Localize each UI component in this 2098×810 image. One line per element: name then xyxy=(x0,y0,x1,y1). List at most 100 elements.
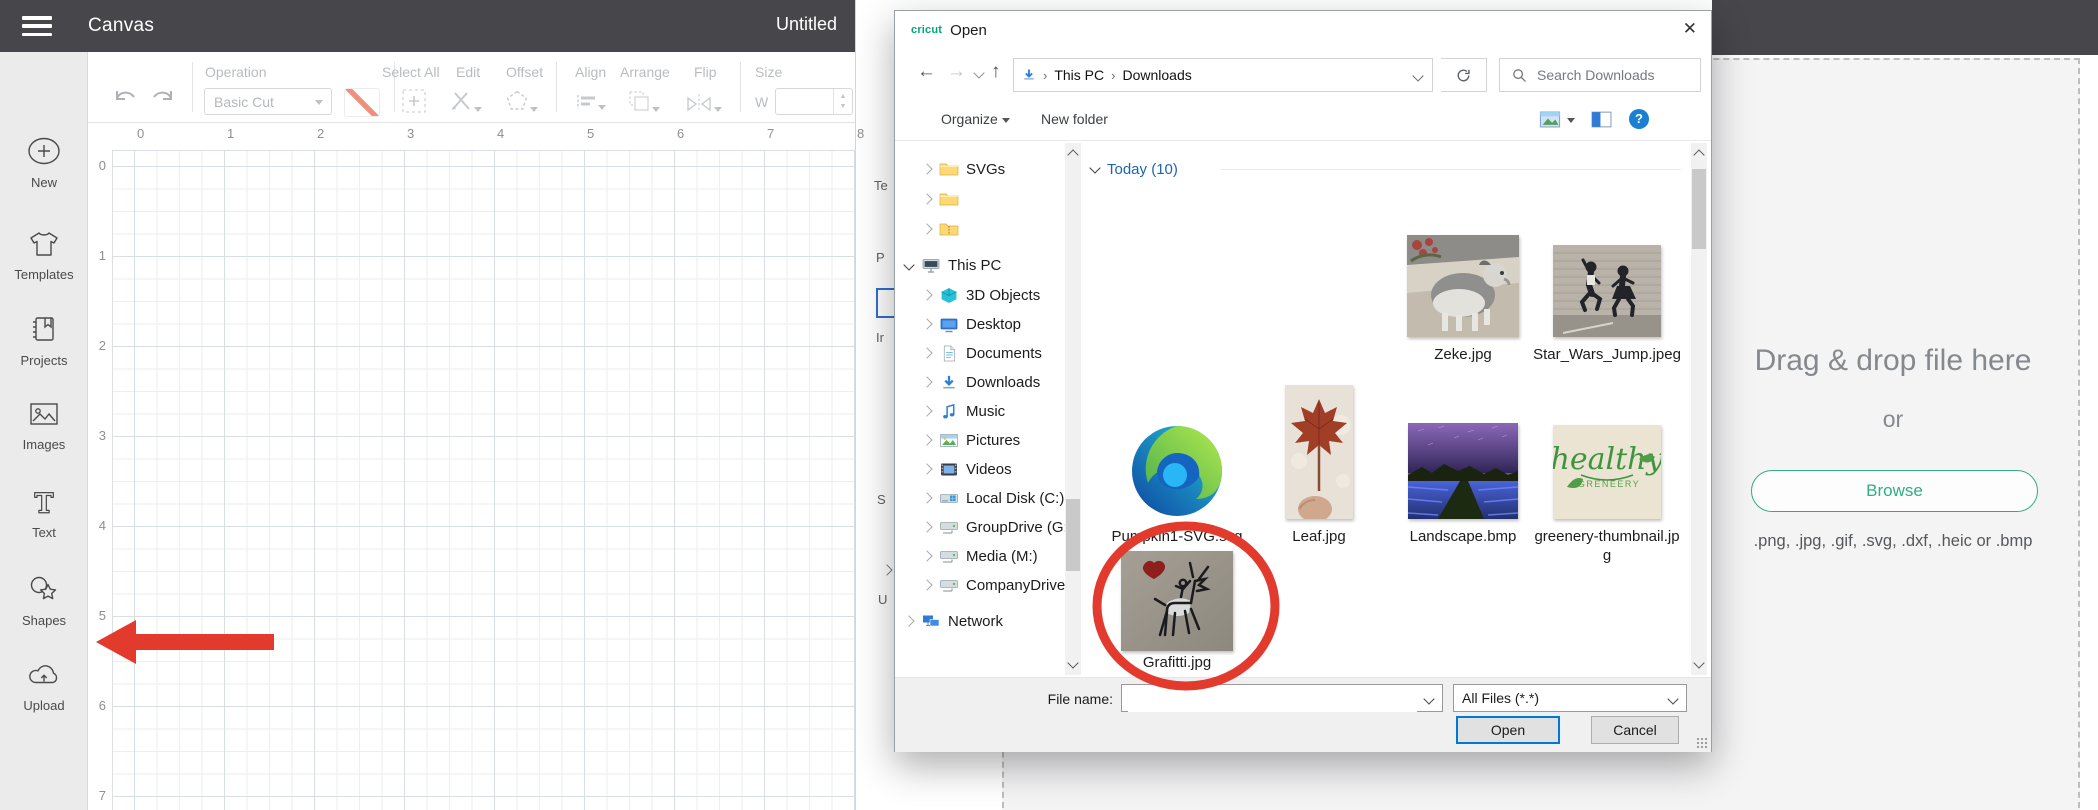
chevron-right-icon[interactable] xyxy=(921,550,932,561)
file-thumbnail-greenery-card[interactable]: healthyGRENEERY xyxy=(1553,425,1661,519)
sidebar-item-projects[interactable]: Projects xyxy=(0,314,88,368)
chevron-right-icon[interactable] xyxy=(921,289,932,300)
chevron-right-icon[interactable] xyxy=(903,615,914,626)
tree-scrollbar[interactable] xyxy=(1065,143,1081,675)
back-icon[interactable]: ← xyxy=(917,61,936,83)
chevron-right-icon[interactable] xyxy=(921,193,932,204)
file-name-label[interactable]: Grafitti.jpg xyxy=(1102,653,1252,672)
file-thumbnail-edge-logo[interactable] xyxy=(1129,423,1225,519)
color-swatch[interactable] xyxy=(344,88,380,117)
tree-item-local-disk-c[interactable]: Local Disk (C:) xyxy=(923,486,1064,510)
sidebar-item-new[interactable]: New xyxy=(0,136,88,190)
address-bar[interactable]: › This PC › Downloads xyxy=(1013,58,1433,92)
address-dropdown-icon[interactable] xyxy=(1412,70,1423,81)
redo-icon[interactable] xyxy=(148,82,178,113)
tree-item-music[interactable]: Music xyxy=(923,399,1005,423)
file-name-label[interactable]: Zeke.jpg xyxy=(1388,345,1538,364)
undo-icon[interactable] xyxy=(110,82,140,113)
group-collapse-icon[interactable] xyxy=(1089,162,1100,173)
tree-item-videos[interactable]: Videos xyxy=(923,457,1012,481)
chevron-right-icon[interactable] xyxy=(921,223,932,234)
sidebar-item-images[interactable]: Images xyxy=(0,400,88,452)
chevron-right-icon[interactable] xyxy=(921,434,932,445)
preview-pane-icon[interactable] xyxy=(1591,111,1612,133)
tree-item-folder[interactable] xyxy=(923,187,966,211)
edit-icon[interactable] xyxy=(448,88,482,119)
file-thumbnail-night-field-photo[interactable] xyxy=(1408,423,1518,519)
sidebar-item-text[interactable]: Text xyxy=(0,488,88,540)
history-chevron-icon[interactable] xyxy=(973,67,984,78)
stepper-arrows-icon[interactable]: ▲▼ xyxy=(833,89,852,114)
refresh-icon[interactable] xyxy=(1441,58,1487,92)
browse-button[interactable]: Browse xyxy=(1751,470,2038,512)
thumbnail-view-icon[interactable] xyxy=(1539,111,1561,133)
chevron-right-icon[interactable] xyxy=(921,318,932,329)
tree-item-pictures[interactable]: Pictures xyxy=(923,428,1020,452)
tree-item-svgs[interactable]: SVGs xyxy=(923,157,1005,181)
resize-grip[interactable] xyxy=(1696,737,1708,749)
chevron-right-icon[interactable] xyxy=(921,521,932,532)
tree-item-folder[interactable] xyxy=(923,217,966,241)
scroll-up-icon[interactable] xyxy=(1693,149,1704,160)
group-header[interactable]: Today (10) xyxy=(1091,161,1178,178)
up-icon[interactable]: ↑ xyxy=(991,61,1001,83)
scrollbar-thumb[interactable] xyxy=(1066,499,1080,571)
open-button[interactable]: Open xyxy=(1456,716,1560,744)
flip-icon[interactable] xyxy=(684,92,722,119)
file-name-label[interactable]: Pumpkin1-SVG.svg xyxy=(1102,527,1252,546)
design-canvas[interactable] xyxy=(112,150,856,810)
sidebar-item-templates[interactable]: Templates xyxy=(0,230,88,282)
list-scrollbar[interactable] xyxy=(1691,143,1707,675)
help-icon[interactable]: ? xyxy=(1629,109,1649,129)
dialog-titlebar[interactable]: cricut Open ✕ xyxy=(895,11,1711,49)
tree-item-downloads[interactable]: Downloads xyxy=(923,370,1040,394)
chevron-right-icon[interactable] xyxy=(921,376,932,387)
select-all-icon[interactable] xyxy=(401,88,427,119)
offset-icon[interactable] xyxy=(504,88,538,119)
scrollbar-thumb[interactable] xyxy=(1692,169,1706,249)
width-input[interactable]: ▲▼ xyxy=(775,88,853,115)
tree-item-network[interactable]: Network xyxy=(905,609,1003,633)
scroll-up-icon[interactable] xyxy=(1067,149,1078,160)
file-name-label[interactable]: Leaf.jpg xyxy=(1244,527,1394,546)
search-input[interactable] xyxy=(1535,66,1689,84)
view-dropdown-icon[interactable] xyxy=(1567,118,1575,123)
file-thumbnail-dog-photo[interactable] xyxy=(1407,235,1519,337)
chevron-right-icon[interactable] xyxy=(921,347,932,358)
breadcrumb-this-pc[interactable]: This PC xyxy=(1054,67,1104,83)
hamburger-menu-icon[interactable] xyxy=(22,16,52,36)
breadcrumb-downloads[interactable]: Downloads xyxy=(1122,67,1191,83)
scroll-down-icon[interactable] xyxy=(1067,657,1078,668)
file-type-select[interactable]: All Files (*.*) xyxy=(1453,684,1687,712)
organize-menu[interactable]: Organize xyxy=(941,111,1010,127)
chevron-right-icon[interactable] xyxy=(921,492,932,503)
tree-item-desktop[interactable]: Desktop xyxy=(923,312,1021,336)
new-folder-button[interactable]: New folder xyxy=(1041,111,1108,127)
chevron-right-icon[interactable] xyxy=(921,405,932,416)
tree-item-documents[interactable]: Documents xyxy=(923,341,1042,365)
chevron-down-icon[interactable] xyxy=(903,259,914,270)
file-name-label[interactable]: greenery-thumbnail.jpg xyxy=(1532,527,1682,565)
file-thumbnail-jumping-couple-photo[interactable] xyxy=(1553,245,1661,337)
close-icon[interactable]: ✕ xyxy=(1683,19,1697,39)
cancel-button[interactable]: Cancel xyxy=(1591,716,1679,744)
sidebar-item-upload[interactable]: Upload xyxy=(0,662,88,713)
chevron-right-icon[interactable] xyxy=(921,579,932,590)
tree-item-this-pc[interactable]: This PC xyxy=(905,253,1001,277)
document-title[interactable]: Untitled xyxy=(776,14,837,35)
tree-item-media-m[interactable]: Media (M:) xyxy=(923,544,1038,568)
arrange-icon[interactable] xyxy=(626,88,660,119)
tree-item-companydrive[interactable]: CompanyDrive ( xyxy=(923,573,1065,597)
sidebar-item-shapes[interactable]: Shapes xyxy=(0,574,88,628)
scroll-down-icon[interactable] xyxy=(1693,657,1704,668)
file-thumbnail-graffiti-photo[interactable] xyxy=(1121,551,1233,651)
chevron-right-icon[interactable] xyxy=(921,163,932,174)
tree-item-3d-objects[interactable]: 3D Objects xyxy=(923,283,1040,307)
search-field[interactable] xyxy=(1499,58,1701,92)
tree-item-groupdrive-g[interactable]: GroupDrive (G:) xyxy=(923,515,1065,539)
file-thumbnail-maple-leaf-photo[interactable] xyxy=(1285,385,1353,519)
operation-select[interactable]: Basic Cut xyxy=(204,88,332,115)
file-name-combobox[interactable] xyxy=(1121,684,1443,712)
file-name-input[interactable] xyxy=(1128,686,1417,712)
combobox-dropdown-icon[interactable] xyxy=(1423,693,1434,704)
